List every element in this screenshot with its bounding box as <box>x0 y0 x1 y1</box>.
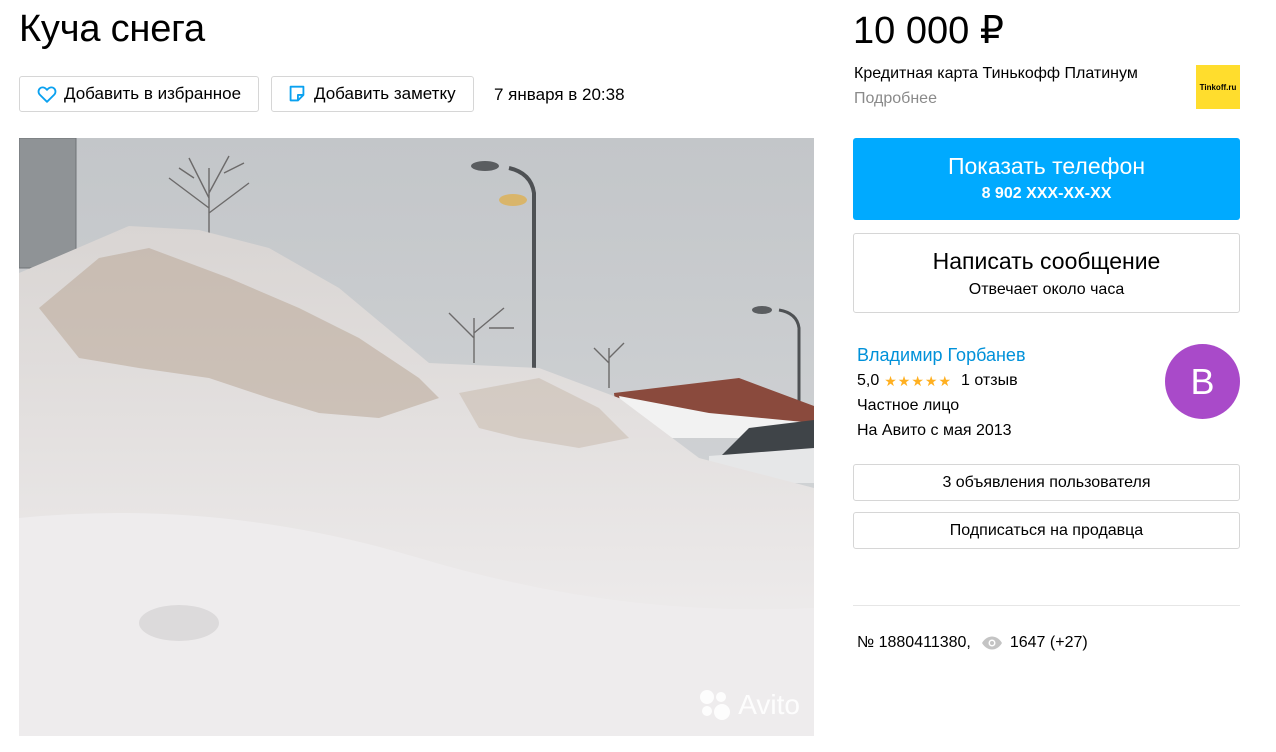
add-note-button[interactable]: Добавить заметку <box>271 76 474 112</box>
seller-rating: 5,0 ★★★★★ 1 отзыв <box>857 372 1018 390</box>
message-response-time: Отвечает около часа <box>968 281 1125 298</box>
seller-type: Частное лицо <box>857 397 960 414</box>
snow-pile-photo-image <box>19 138 814 736</box>
listing-number: № 1880411380, <box>857 634 971 651</box>
rating-value: 5,0 <box>857 372 880 389</box>
heart-icon <box>37 86 57 103</box>
avito-watermark: Avito <box>698 688 800 722</box>
divider <box>853 605 1240 606</box>
price: 10 000 ₽ <box>853 10 1004 52</box>
favorites-label: Добавить в избранное <box>64 84 242 103</box>
listing-date: 7 января в 20:38 <box>494 85 625 104</box>
listing-title: Куча снега <box>19 8 205 50</box>
ad-text[interactable]: Кредитная карта Тинькофф Платинум <box>854 65 1138 83</box>
rating-stars-icon: ★★★★★ <box>884 372 953 389</box>
message-button-title: Написать сообщение <box>932 248 1161 274</box>
note-icon <box>289 85 305 102</box>
show-phone-button[interactable]: Показать телефон 8 902 XXX-XX-XX <box>853 138 1240 220</box>
phone-button-title: Показать телефон <box>947 153 1146 179</box>
seller-avatar[interactable]: В <box>1165 344 1240 419</box>
phone-number: 8 902 XXX-XX-XX <box>981 185 1112 202</box>
watermark-text: Avito <box>738 689 800 720</box>
seller-ads-button[interactable]: 3 объявления пользователя <box>853 464 1240 501</box>
add-to-favorites-button[interactable]: Добавить в избранное <box>19 76 259 112</box>
seller-since: На Авито с мая 2013 <box>857 422 1012 439</box>
avito-logo-icon <box>698 688 732 722</box>
ad-more-link[interactable]: Подробнее <box>854 90 937 108</box>
note-label: Добавить заметку <box>314 84 456 103</box>
tinkoff-logo[interactable]: Tinkoff.ru <box>1196 65 1240 109</box>
eye-icon <box>981 636 1002 650</box>
reviews-count[interactable]: 1 отзыв <box>961 372 1018 390</box>
subscribe-seller-button[interactable]: Подписаться на продавца <box>853 512 1240 549</box>
listing-photo[interactable]: Avito <box>19 138 814 736</box>
write-message-button[interactable]: Написать сообщение Отвечает около часа <box>853 233 1240 313</box>
listing-meta: № 1880411380, 1647 (+27) <box>857 634 1088 652</box>
views-count: 1647 (+27) <box>1009 634 1088 651</box>
seller-name-link[interactable]: Владимир Горбанев <box>857 345 1026 366</box>
